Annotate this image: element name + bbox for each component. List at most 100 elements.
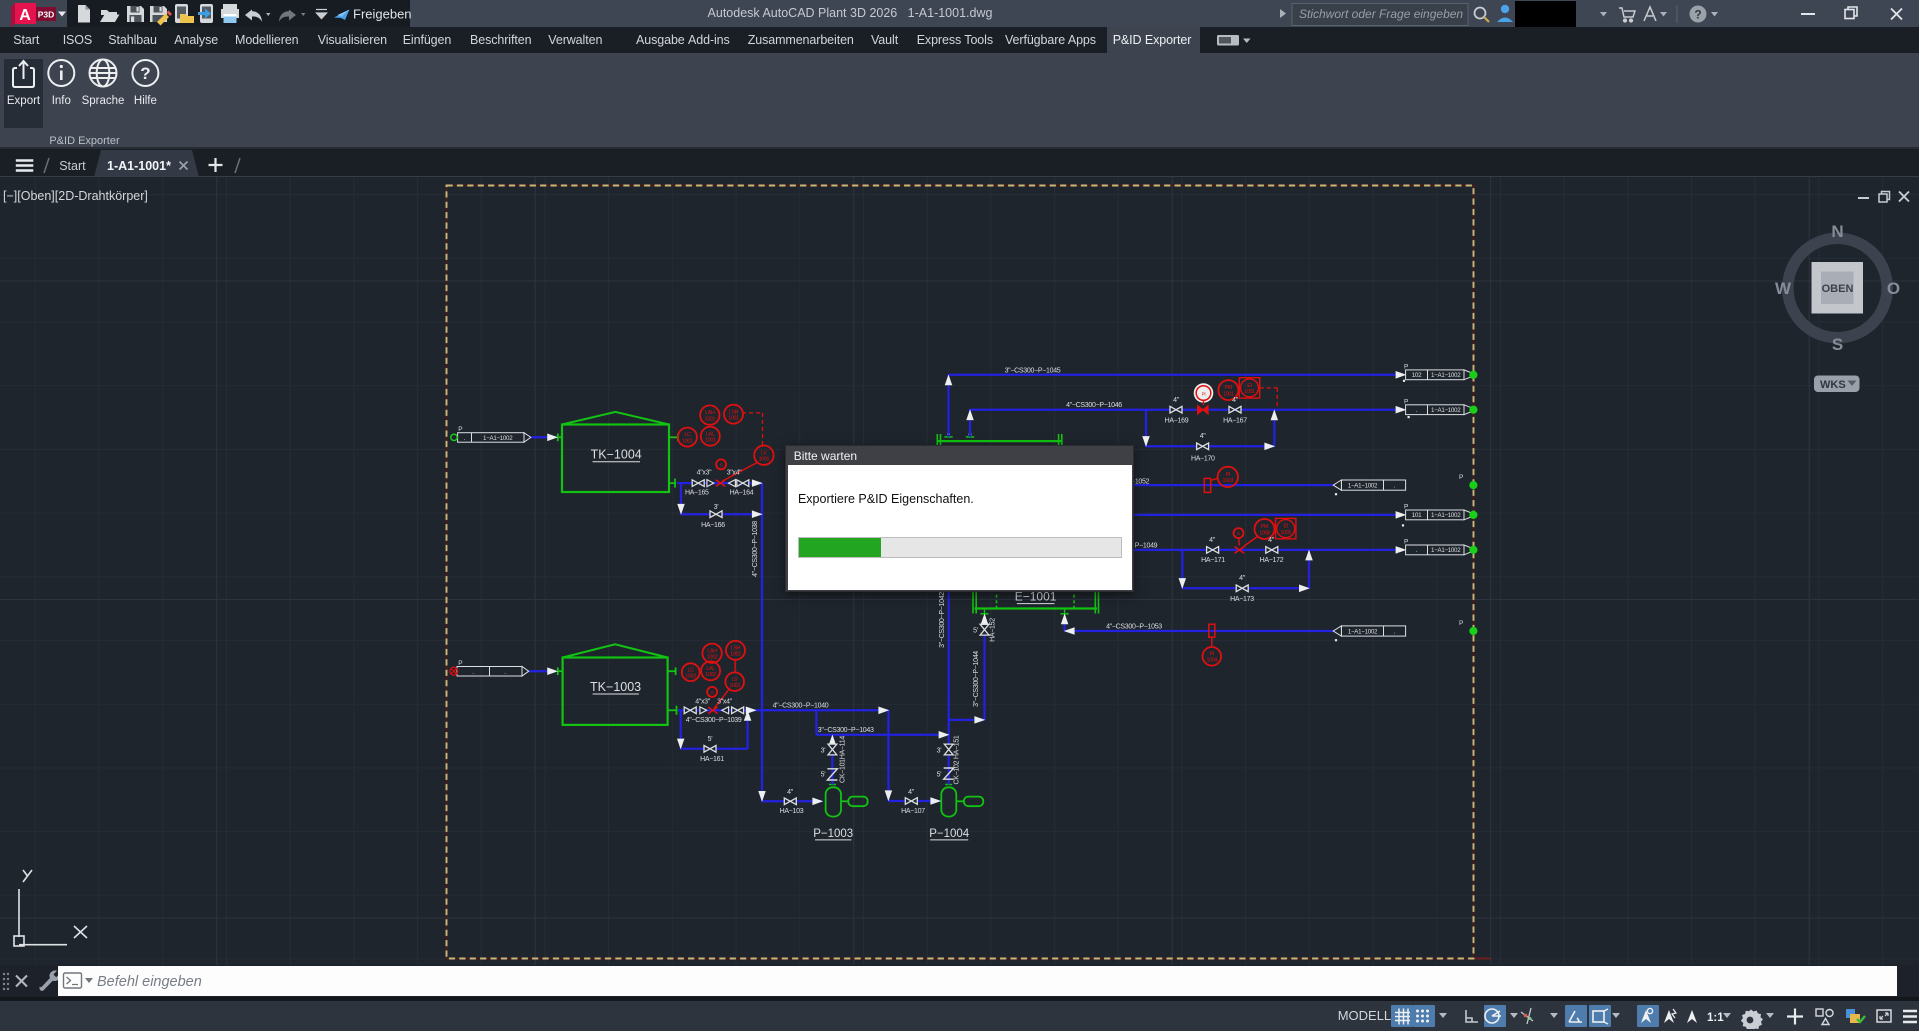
svg-text:P−1004: P−1004 [929, 828, 970, 840]
svg-text:LSH: LSH [729, 409, 739, 415]
svg-text:LV: LV [761, 450, 767, 456]
svg-text:1001: 1001 [728, 416, 739, 422]
svg-text:1003: 1003 [1223, 478, 1234, 484]
svg-text:1002: 1002 [685, 674, 696, 680]
svg-text:1−A1−1002: 1−A1−1002 [483, 435, 513, 442]
svg-text:3': 3' [821, 748, 826, 755]
svg-text:4": 4" [787, 789, 794, 796]
svg-text:1001: 1001 [759, 457, 770, 463]
svg-text:1−A1−1002: 1−A1−1002 [1348, 482, 1378, 489]
svg-text:LAL: LAL [706, 666, 715, 672]
svg-text:1001: 1001 [705, 416, 716, 422]
svg-text:PI: PI [1202, 392, 1206, 397]
svg-text:P: P [458, 426, 462, 433]
svg-text:1002: 1002 [707, 655, 718, 661]
svg-text:O: O [1887, 279, 1900, 298]
svg-text:P: P [1404, 539, 1408, 546]
svg-text:LC: LC [684, 432, 691, 438]
svg-text:P−1003: P−1003 [813, 828, 853, 840]
svg-text:S: S [720, 462, 723, 467]
svg-text:P: P [458, 660, 462, 667]
svg-text:4": 4" [1268, 537, 1275, 544]
svg-text:HA−152: HA−152 [990, 618, 997, 642]
svg-text:4": 4" [1239, 575, 1246, 582]
svg-text:1−A1−1002: 1−A1−1002 [1348, 628, 1378, 635]
svg-text:PM: PM [1225, 385, 1232, 391]
svg-text:5': 5' [708, 736, 713, 743]
svg-text:LAH: LAH [707, 648, 717, 654]
svg-text:HA−170: HA−170 [1191, 456, 1215, 463]
svg-text:4": 4" [1232, 397, 1239, 404]
svg-text:4"−CS300−P−1053: 4"−CS300−P−1053 [1106, 624, 1162, 631]
svg-text:WKS: WKS [1820, 379, 1846, 391]
svg-text:1008: 1008 [1259, 530, 1270, 536]
svg-text:TK−1003: TK−1003 [590, 680, 641, 694]
svg-text:N: N [1831, 222, 1843, 241]
svg-text:OBEN: OBEN [1822, 283, 1854, 295]
svg-text:1001: 1001 [705, 438, 716, 444]
svg-text:3"−CS300−P−1044: 3"−CS300−P−1044 [973, 651, 980, 707]
svg-text:1002: 1002 [729, 683, 740, 689]
svg-text:1−A1−1002: 1−A1−1002 [1431, 407, 1461, 414]
svg-text:4"−CS300−P−1046: 4"−CS300−P−1046 [1066, 402, 1122, 409]
svg-text:3"−CS300−P−1042: 3"−CS300−P−1042 [939, 592, 946, 648]
svg-text:P: P [1404, 399, 1408, 406]
svg-text:PM: PM [1261, 524, 1268, 530]
svg-text:4": 4" [1173, 397, 1180, 404]
svg-text:4"x3": 4"x3" [695, 699, 711, 706]
svg-text:3"−CS300−P−1045: 3"−CS300−P−1045 [1005, 367, 1061, 374]
svg-text:4"−CS300−P−1038: 4"−CS300−P−1038 [752, 521, 759, 577]
svg-text:HA−169: HA−169 [1165, 418, 1189, 425]
svg-text:P: P [1404, 364, 1408, 371]
svg-text:HA−107: HA−107 [901, 808, 925, 815]
svg-text:EI: EI [1247, 383, 1251, 389]
svg-text:P: P [1404, 504, 1408, 511]
svg-text:EI: EI [1283, 524, 1287, 530]
svg-text:3"x4": 3"x4" [727, 470, 743, 477]
svg-text:4": 4" [1200, 433, 1207, 440]
svg-text:HA−164: HA−164 [730, 490, 754, 497]
svg-text:4"x3": 4"x3" [697, 470, 713, 477]
svg-text:3': 3' [714, 504, 719, 511]
svg-text:1002: 1002 [730, 652, 741, 658]
svg-text:4"−CS300−P−1040: 4"−CS300−P−1040 [773, 703, 829, 710]
svg-text:PI: PI [1210, 651, 1214, 657]
svg-text:102: 102 [1412, 372, 1422, 379]
svg-text:HA−171: HA−171 [1201, 557, 1225, 564]
svg-text:PI: PI [1226, 472, 1230, 478]
svg-text:1001: 1001 [1244, 389, 1255, 395]
svg-text:HA−173: HA−173 [1230, 596, 1254, 603]
svg-text:W: W [1775, 279, 1792, 298]
svg-text:LV: LV [732, 677, 738, 683]
svg-text:1−A1−1002: 1−A1−1002 [1431, 372, 1461, 379]
svg-text:CK−102 HA−151: CK−102 HA−151 [954, 735, 961, 784]
svg-text:S: S [1832, 335, 1843, 354]
svg-text:P: P [1459, 474, 1463, 481]
svg-text:HA−161: HA−161 [700, 756, 724, 763]
svg-text:3"−CS300−P−1043: 3"−CS300−P−1043 [818, 727, 874, 734]
svg-text:4": 4" [908, 789, 915, 796]
svg-text:-1052: -1052 [1133, 479, 1150, 486]
svg-text:HA−166: HA−166 [701, 522, 725, 529]
svg-text:HA−165: HA−165 [685, 490, 709, 497]
svg-text:LC: LC [688, 667, 695, 673]
svg-text:CK−101HA−114: CK−101HA−114 [840, 736, 847, 783]
svg-text:5': 5' [973, 627, 978, 634]
svg-text:HA−172: HA−172 [1260, 557, 1284, 564]
svg-text:S: S [1237, 531, 1240, 536]
svg-text:LAH: LAH [705, 410, 715, 416]
svg-text:P−1049: P−1049 [1135, 542, 1158, 549]
svg-text:LAL: LAL [706, 431, 715, 437]
svg-text:HA−167: HA−167 [1223, 418, 1247, 425]
svg-text:3': 3' [937, 748, 942, 755]
svg-text:1−A1−1002: 1−A1−1002 [1431, 512, 1461, 519]
svg-text:3"x4": 3"x4" [717, 699, 733, 706]
svg-text:HA−103: HA−103 [780, 808, 804, 815]
svg-text:101: 101 [1412, 512, 1422, 519]
svg-text:1005: 1005 [1280, 530, 1291, 536]
svg-text:4": 4" [1209, 537, 1216, 544]
svg-text:5': 5' [937, 772, 942, 779]
svg-text:LSH: LSH [731, 645, 741, 651]
svg-text:1−A1−1002: 1−A1−1002 [1431, 547, 1461, 554]
svg-text:4"−CS300−P−1039: 4"−CS300−P−1039 [686, 717, 742, 724]
